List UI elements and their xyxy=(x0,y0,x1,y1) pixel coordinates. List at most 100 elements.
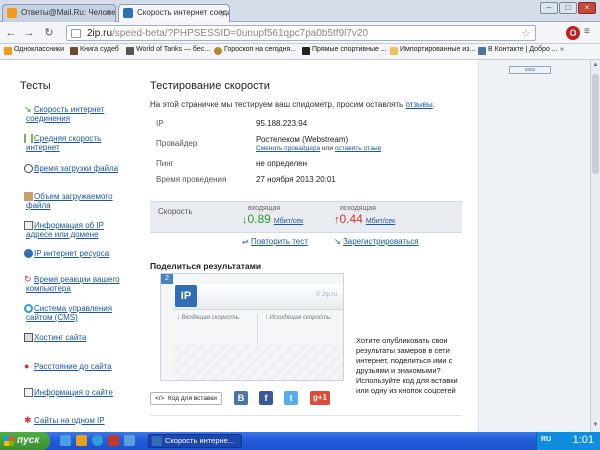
leave-review-link[interactable]: оставить отзыв xyxy=(335,145,381,152)
bars-icon xyxy=(24,134,33,143)
odnoklassniki-icon xyxy=(4,47,12,55)
bookmarks-overflow-icon[interactable]: » xyxy=(560,46,564,53)
bookmark-label: World of Tanks — бес... xyxy=(136,46,211,53)
wrench-menu-icon[interactable]: ≡ xyxy=(584,26,590,37)
refresh-icon: ↻ xyxy=(24,274,32,284)
twitter-share-button[interactable]: t xyxy=(284,391,298,405)
media-quick-icon[interactable] xyxy=(108,435,119,446)
google-plus-share-button[interactable]: g+1 xyxy=(310,391,330,405)
sidebar-item-file-size[interactable]: Объем загружаемого файла xyxy=(24,192,132,210)
browser-quick-icon[interactable] xyxy=(76,435,87,446)
intro-text: На этой страничке мы тестируем ваш спидо… xyxy=(150,100,435,109)
minimize-icon[interactable]: – xyxy=(540,2,558,14)
start-button[interactable]: пуск xyxy=(0,432,50,450)
bookmark-horoscope[interactable]: Гороскоп на сегодня... xyxy=(214,46,297,55)
extension-icon[interactable]: O xyxy=(566,26,580,40)
bookmark-vkontakte[interactable]: В Контакте | Добро ... xyxy=(478,46,558,55)
speed-label: Скорость xyxy=(158,207,193,216)
scroll-down-icon[interactable]: ▼ xyxy=(592,422,599,430)
test-time-value: 27 ноября 2013 20:01 xyxy=(256,175,336,184)
download-speed: входящая ↓0.89 Мбит/сек xyxy=(242,205,303,226)
scrollbar[interactable]: ▲ ▼ xyxy=(590,60,600,432)
widget-chart-area xyxy=(173,344,343,380)
bookmark-star-icon[interactable]: ☆ xyxy=(521,27,531,40)
bookmark-sports[interactable]: Прямые спортивные ... xyxy=(302,46,387,55)
address-bar[interactable]: 2ip.ru/speed-beta/?PHPSESSID=0unupf561qp… xyxy=(66,25,536,41)
taskbar-item-browser[interactable]: Скорость интерне... xyxy=(148,434,242,448)
scroll-thumb[interactable] xyxy=(592,74,599,174)
sidebar-item-label: соединения xyxy=(26,114,71,123)
close-window-icon[interactable]: × xyxy=(578,2,596,14)
sidebar-item-ip-info[interactable]: Информация об IP адресе или домене xyxy=(24,221,132,239)
back-icon[interactable]: ← xyxy=(4,26,18,40)
tab-strip: Ответы@Mail.Ru: Человек × Скорость интер… xyxy=(0,0,600,22)
ie-quick-icon[interactable] xyxy=(92,435,103,446)
right-banner[interactable]: ssss xyxy=(509,66,551,74)
change-provider-link[interactable]: Сменить провайдера xyxy=(256,145,320,152)
sidebar-item-label: Время загрузки файла xyxy=(34,164,119,173)
download-unit[interactable]: Мбит/сек xyxy=(274,218,303,225)
map-pin-icon: ● xyxy=(24,361,30,371)
globe-icon xyxy=(24,249,33,258)
bookmark-odnoklassniki[interactable]: Одноклассники xyxy=(4,46,65,55)
sidebar-item-hosting[interactable]: Хостинг сайта xyxy=(24,333,132,342)
widget-divider xyxy=(257,314,258,344)
navigation-bar: ← → ↻ 2ip.ru/speed-beta/?PHPSESSID=0unup… xyxy=(0,22,600,44)
speed-result-panel: Скорость входящая ↓0.89 Мбит/сек исходяща… xyxy=(150,201,462,233)
sidebar-item-site-info[interactable]: Информация о сайте xyxy=(24,388,132,397)
tab-speed-test[interactable]: Скорость интернет соеди × xyxy=(118,4,230,22)
reviews-link[interactable]: отзывы xyxy=(405,100,432,109)
sidebar-item-distance[interactable]: ● Расстояние до сайта xyxy=(24,361,132,372)
system-tray: RU 1:01 xyxy=(536,432,600,450)
bookmark-imported-folder[interactable]: Импортированные из... xyxy=(390,46,475,55)
share-description: Хотите опубликовать свои результаты заме… xyxy=(356,336,458,395)
widget-download-label: ↓ Входящая скорость: xyxy=(177,315,241,321)
repeat-test-button[interactable]: ⇌ Повторить тест xyxy=(242,237,308,246)
language-indicator[interactable]: RU xyxy=(541,436,551,443)
embed-code-button[interactable]: </> Код для вставки xyxy=(150,392,222,405)
scroll-up-icon[interactable]: ▲ xyxy=(592,62,599,70)
facebook-share-button[interactable]: f xyxy=(259,391,273,405)
ping-value: не определен xyxy=(256,159,307,168)
download-caption: входящая xyxy=(248,205,281,212)
sidebar-item-reaction-time[interactable]: ↻ Время реакции вашего компьютера xyxy=(24,274,132,294)
document-icon xyxy=(24,221,33,230)
tab-mail-answers[interactable]: Ответы@Mail.Ru: Человек × xyxy=(2,4,116,22)
forward-icon[interactable]: → xyxy=(22,26,36,40)
register-button[interactable]: ↘ Зарегистрироваться xyxy=(334,237,419,246)
sidebar-item-cms[interactable]: Система управления сайтом (CMS) xyxy=(24,304,132,322)
widget-upload-label: ↑ Исходящая скорость: xyxy=(265,315,332,321)
clock[interactable]: 1:01 xyxy=(573,434,594,446)
windows-logo-icon xyxy=(4,436,14,446)
sidebar-item-same-ip[interactable]: ✱ Сайты на одном IP xyxy=(24,416,132,426)
cms-icon xyxy=(24,304,33,313)
sidebar-item-average-speed[interactable]: Средняя скорость интернет xyxy=(24,134,132,152)
upload-value: 0.44 xyxy=(339,212,363,226)
2ip-task-icon xyxy=(152,436,162,446)
maximize-icon[interactable]: □ xyxy=(559,2,577,14)
repeat-arrow-icon: ⇌ xyxy=(242,237,249,246)
sidebar-item-label: Время реакции вашего xyxy=(34,275,120,284)
bookmark-label: Одноклассники xyxy=(14,46,65,53)
close-tab-icon[interactable]: × xyxy=(106,8,111,17)
share-title: Поделиться результатами xyxy=(150,261,262,271)
reload-icon[interactable]: ↻ xyxy=(42,26,56,40)
vk-share-button[interactable]: B xyxy=(234,391,248,405)
upload-unit[interactable]: Мбит/сек xyxy=(366,218,395,225)
show-desktop-icon[interactable] xyxy=(60,435,71,446)
sidebar-item-label: Объем загружаемого xyxy=(34,192,113,201)
sidebar-item-label: Система управления xyxy=(34,304,113,313)
sidebar-item-resource-ip[interactable]: IP интернет ресурса xyxy=(24,249,132,258)
page-content: ssss ▲ ▼ Тесты ↘ Скорость интернет соеди… xyxy=(0,60,600,432)
sidebar-item-connection-speed[interactable]: ↘ Скорость интернет соединения xyxy=(24,105,132,124)
bookmark-label: Гороскоп на сегодня... xyxy=(224,46,297,53)
right-column: ssss xyxy=(478,60,590,432)
test-time-label: Время проведения xyxy=(156,175,227,184)
sidebar-item-file-load-time[interactable]: Время загрузки файла xyxy=(24,164,132,173)
bookmark-label: Книга судеб xyxy=(80,46,119,53)
bookmark-book-of-fate[interactable]: Книга судеб xyxy=(70,46,119,55)
bookmark-world-of-tanks[interactable]: World of Tanks — бес... xyxy=(126,46,211,55)
close-tab-icon[interactable]: × xyxy=(220,8,225,17)
chrome-quick-icon[interactable] xyxy=(124,435,135,446)
sidebar-item-label: Информация об IP xyxy=(34,221,105,230)
